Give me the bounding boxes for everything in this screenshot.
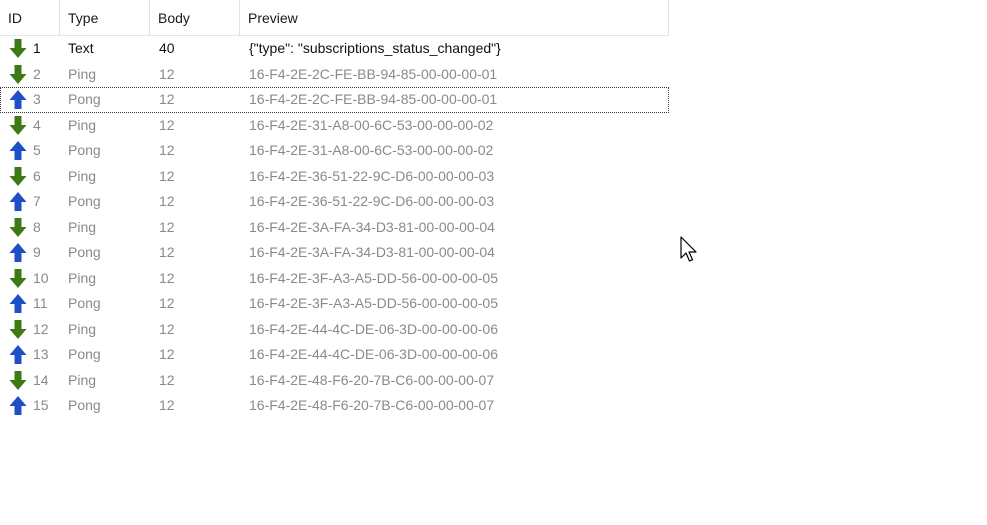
arrow-down-icon bbox=[8, 113, 30, 139]
row-id: 10 bbox=[33, 269, 49, 286]
row-id: 3 bbox=[33, 91, 41, 107]
grid-header: ID Type Body Preview bbox=[0, 0, 669, 36]
table-row[interactable]: 14 Ping 12 16-F4-2E-48-F6-20-7B-C6-00-00-00… bbox=[0, 368, 669, 394]
row-type: Ping bbox=[68, 269, 97, 286]
row-body-size: 12 bbox=[159, 193, 175, 209]
row-id: 6 bbox=[33, 167, 41, 184]
row-body-size: 12 bbox=[159, 244, 175, 260]
row-preview: 16-F4-2E-2C-FE-BB-94-85-00-00-00-01 bbox=[249, 65, 498, 82]
arrow-up-icon bbox=[8, 189, 30, 215]
arrow-down-icon bbox=[8, 317, 30, 343]
row-id: 12 bbox=[33, 320, 49, 337]
table-row[interactable]: 3 Pong 12 16-F4-2E-2C-FE-BB-94-85-00-00-00-… bbox=[0, 87, 669, 113]
row-id: 11 bbox=[33, 295, 48, 311]
arrow-up-icon bbox=[8, 87, 30, 113]
row-id: 1 bbox=[33, 40, 41, 56]
column-header-body[interactable]: Body bbox=[150, 0, 240, 36]
arrow-up-icon bbox=[8, 240, 30, 266]
table-row[interactable]: 1 Text 40 {"type": "subscriptions_status_ch… bbox=[0, 36, 669, 62]
table-row[interactable]: 7 Pong 12 16-F4-2E-36-51-22-9C-D6-00-00-00-… bbox=[0, 189, 669, 215]
arrow-up-icon bbox=[8, 342, 30, 368]
row-type: Text bbox=[68, 40, 94, 56]
arrow-up-icon bbox=[8, 291, 30, 317]
row-type: Ping bbox=[68, 116, 97, 133]
table-row[interactable]: 8 Ping 12 16-F4-2E-3A-FA-34-D3-81-00-00-00-… bbox=[0, 215, 669, 241]
row-preview: 16-F4-2E-3F-A3-A5-DD-56-00-00-00-05 bbox=[249, 295, 498, 311]
row-id: 4 bbox=[33, 116, 41, 133]
row-type: Ping bbox=[68, 65, 97, 82]
row-id: 13 bbox=[33, 346, 49, 362]
row-type: Pong bbox=[68, 295, 101, 311]
row-id: 9 bbox=[33, 244, 41, 260]
row-type: Pong bbox=[68, 346, 101, 362]
row-preview: 16-F4-2E-31-A8-00-6C-53-00-00-00-02 bbox=[249, 142, 494, 158]
row-type: Pong bbox=[68, 244, 101, 260]
row-preview: 16-F4-2E-3A-FA-34-D3-81-00-00-00-04 bbox=[249, 244, 495, 260]
table-row[interactable]: 12 Ping 12 16-F4-2E-44-4C-DE-06-3D-00-00-00… bbox=[0, 317, 669, 343]
row-id: 5 bbox=[33, 142, 41, 158]
row-body-size: 12 bbox=[159, 65, 175, 82]
row-type: Ping bbox=[68, 371, 97, 388]
arrow-up-icon bbox=[8, 393, 30, 419]
row-body-size: 12 bbox=[159, 116, 175, 133]
row-type: Ping bbox=[68, 320, 97, 337]
row-body-size: 40 bbox=[159, 40, 175, 56]
row-preview: 16-F4-2E-3A-FA-34-D3-81-00-00-00-04 bbox=[249, 218, 495, 235]
row-type: Pong bbox=[68, 397, 101, 413]
arrow-down-icon bbox=[8, 368, 30, 394]
table-row[interactable]: 13 Pong 12 16-F4-2E-44-4C-DE-06-3D-00-00-00… bbox=[0, 342, 669, 368]
messages-grid: ID Type Body Preview 1 Text 40 {"type": "su… bbox=[0, 0, 669, 419]
mouse-cursor-icon bbox=[680, 236, 697, 262]
arrow-down-icon bbox=[8, 164, 30, 190]
row-body-size: 12 bbox=[159, 91, 175, 107]
row-id: 8 bbox=[33, 218, 41, 235]
row-preview: 16-F4-2E-36-51-22-9C-D6-00-00-00-03 bbox=[249, 167, 495, 184]
table-row[interactable]: 5 Pong 12 16-F4-2E-31-A8-00-6C-53-00-00-00-… bbox=[0, 138, 669, 164]
row-preview: {"type": "subscriptions_status_changed"} bbox=[249, 40, 501, 56]
row-type: Ping bbox=[68, 167, 97, 184]
row-preview: 16-F4-2E-44-4C-DE-06-3D-00-00-00-06 bbox=[249, 320, 498, 337]
row-body-size: 12 bbox=[159, 346, 175, 362]
row-body-size: 12 bbox=[159, 218, 175, 235]
arrow-down-icon bbox=[8, 36, 30, 62]
row-body-size: 12 bbox=[159, 371, 175, 388]
arrow-down-icon bbox=[8, 215, 30, 241]
column-header-preview[interactable]: Preview bbox=[240, 0, 669, 36]
table-row[interactable]: 6 Ping 12 16-F4-2E-36-51-22-9C-D6-00-00-00-… bbox=[0, 164, 669, 190]
row-preview: 16-F4-2E-48-F6-20-7B-C6-00-00-00-07 bbox=[249, 371, 495, 388]
row-body-size: 12 bbox=[159, 320, 175, 337]
row-type: Ping bbox=[68, 218, 97, 235]
table-row[interactable]: 15 Pong 12 16-F4-2E-48-F6-20-7B-C6-00-00-00… bbox=[0, 393, 669, 419]
row-preview: 16-F4-2E-48-F6-20-7B-C6-00-00-00-07 bbox=[249, 397, 495, 413]
row-body-size: 12 bbox=[159, 167, 175, 184]
row-id: 7 bbox=[33, 193, 41, 209]
grid-rows: 1 Text 40 {"type": "subscriptions_status_ch… bbox=[0, 36, 669, 419]
table-row[interactable]: 4 Ping 12 16-F4-2E-31-A8-00-6C-53-00-00-00-… bbox=[0, 113, 669, 139]
row-preview: 16-F4-2E-3F-A3-A5-DD-56-00-00-00-05 bbox=[249, 269, 498, 286]
arrow-up-icon bbox=[8, 138, 30, 164]
row-body-size: 12 bbox=[159, 295, 175, 311]
row-body-size: 12 bbox=[159, 397, 175, 413]
arrow-down-icon bbox=[8, 266, 30, 292]
arrow-down-icon bbox=[8, 62, 30, 88]
row-id: 2 bbox=[33, 65, 41, 82]
row-type: Pong bbox=[68, 91, 101, 107]
row-preview: 16-F4-2E-2C-FE-BB-94-85-00-00-00-01 bbox=[249, 91, 498, 107]
column-header-id[interactable]: ID bbox=[0, 0, 60, 36]
column-header-type[interactable]: Type bbox=[60, 0, 150, 36]
row-id: 15 bbox=[33, 397, 49, 413]
table-row[interactable]: 11 Pong 12 16-F4-2E-3F-A3-A5-DD-56-00-00-00… bbox=[0, 291, 669, 317]
table-row[interactable]: 2 Ping 12 16-F4-2E-2C-FE-BB-94-85-00-00-00-… bbox=[0, 62, 669, 88]
table-row[interactable]: 9 Pong 12 16-F4-2E-3A-FA-34-D3-81-00-00-00-… bbox=[0, 240, 669, 266]
row-body-size: 12 bbox=[159, 269, 175, 286]
row-type: Pong bbox=[68, 193, 101, 209]
row-preview: 16-F4-2E-31-A8-00-6C-53-00-00-00-02 bbox=[249, 116, 494, 133]
table-row[interactable]: 10 Ping 12 16-F4-2E-3F-A3-A5-DD-56-00-00-00… bbox=[0, 266, 669, 292]
row-type: Pong bbox=[68, 142, 101, 158]
row-preview: 16-F4-2E-36-51-22-9C-D6-00-00-00-03 bbox=[249, 193, 495, 209]
row-preview: 16-F4-2E-44-4C-DE-06-3D-00-00-00-06 bbox=[249, 346, 498, 362]
row-id: 14 bbox=[33, 371, 49, 388]
row-body-size: 12 bbox=[159, 142, 175, 158]
